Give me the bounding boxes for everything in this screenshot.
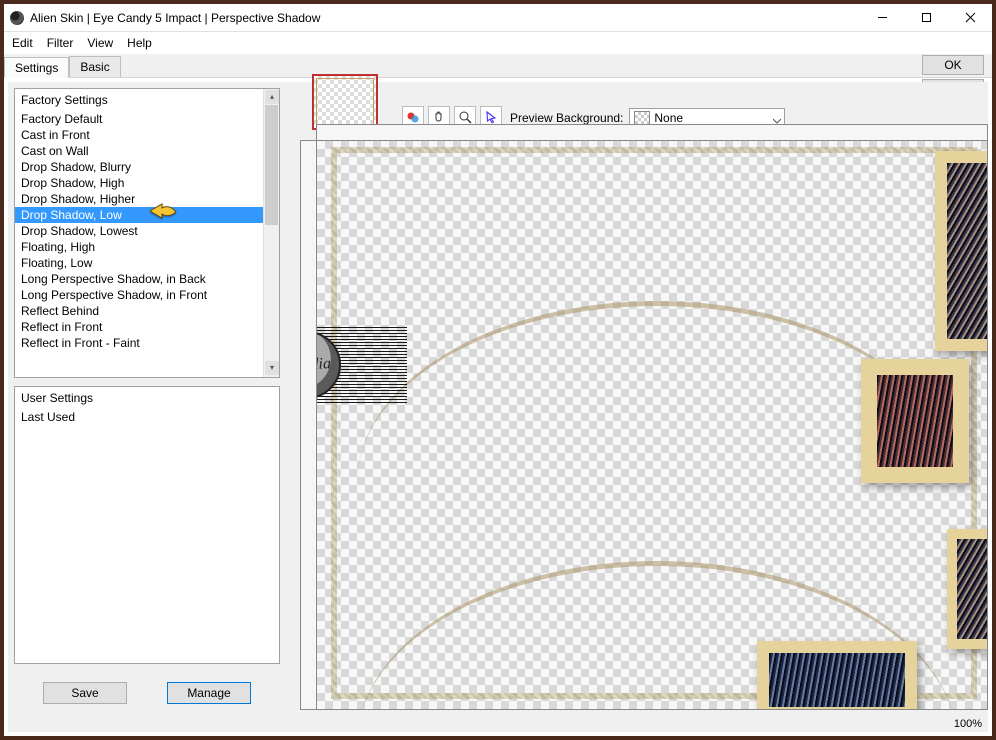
ruler-vertical [300, 140, 316, 710]
zoom-level: 100% [954, 718, 982, 730]
app-icon [10, 11, 24, 25]
preview-bg-value: None [654, 111, 683, 125]
watermark-text: claudia [316, 355, 331, 375]
tabs-row: Settings Basic OK Cancel [4, 54, 992, 78]
save-button[interactable]: Save [43, 682, 127, 704]
window-title: Alien Skin | Eye Candy 5 Impact | Perspe… [30, 11, 860, 25]
right-panel: Preview Background: None [290, 82, 988, 732]
list-item[interactable]: Drop Shadow, High [15, 175, 279, 191]
ok-button[interactable]: OK [922, 55, 984, 75]
list-item[interactable]: Factory Default [15, 111, 279, 127]
window-buttons [860, 5, 992, 31]
list-item[interactable]: Reflect in Front [15, 319, 279, 335]
ruler-horizontal [316, 124, 988, 140]
maximize-button[interactable] [904, 5, 948, 31]
close-button[interactable] [948, 5, 992, 31]
scrollbar[interactable]: ▴ ▾ [263, 89, 279, 377]
menu-edit[interactable]: Edit [12, 36, 33, 50]
menu-help[interactable]: Help [127, 36, 152, 50]
scroll-up-icon[interactable]: ▴ [265, 90, 279, 104]
list-item[interactable]: Drop Shadow, Blurry [15, 159, 279, 175]
list-item[interactable]: Long Perspective Shadow, in Back [15, 271, 279, 287]
list-item[interactable]: Floating, Low [15, 255, 279, 271]
artwork-picture [757, 641, 917, 710]
menu-view[interactable]: View [87, 36, 113, 50]
chevron-down-icon [773, 114, 781, 122]
tab-basic[interactable]: Basic [69, 56, 120, 77]
list-item[interactable]: Reflect in Front - Faint [15, 335, 279, 351]
preview-bg-label: Preview Background: [510, 111, 623, 125]
manage-button[interactable]: Manage [167, 682, 251, 704]
list-item[interactable]: Drop Shadow, Lowest [15, 223, 279, 239]
preview-thumbnail[interactable] [312, 74, 378, 130]
left-panel: Factory Settings Factory DefaultCast in … [8, 82, 286, 732]
list-item[interactable]: Long Perspective Shadow, in Front [15, 287, 279, 303]
factory-settings-header: Factory Settings [15, 89, 279, 111]
scroll-thumb[interactable] [265, 105, 278, 225]
menu-filter[interactable]: Filter [47, 36, 74, 50]
checker-swatch-icon [634, 111, 650, 125]
menubar: Edit Filter View Help [4, 32, 992, 54]
minimize-button[interactable] [860, 5, 904, 31]
user-settings-header: User Settings [15, 387, 279, 409]
scroll-down-icon[interactable]: ▾ [265, 361, 279, 375]
list-item[interactable]: Last Used [15, 409, 279, 425]
artwork-picture [935, 151, 988, 351]
list-item[interactable]: Cast in Front [15, 127, 279, 143]
list-item[interactable]: Drop Shadow, Higher [15, 191, 279, 207]
list-item[interactable]: Cast on Wall [15, 143, 279, 159]
artwork-picture [861, 359, 969, 483]
preview-canvas[interactable]: claudia [316, 140, 988, 710]
titlebar: Alien Skin | Eye Candy 5 Impact | Perspe… [4, 4, 992, 32]
list-item[interactable]: Reflect Behind [15, 303, 279, 319]
user-settings-list[interactable]: User Settings Last Used [14, 386, 280, 664]
tab-settings[interactable]: Settings [4, 57, 69, 78]
bottom-buttons: Save Manage [14, 682, 280, 704]
artwork-picture [947, 529, 988, 649]
factory-settings-list[interactable]: Factory Settings Factory DefaultCast in … [14, 88, 280, 378]
list-item[interactable]: Drop Shadow, Low [15, 207, 279, 223]
list-item[interactable]: Floating, High [15, 239, 279, 255]
